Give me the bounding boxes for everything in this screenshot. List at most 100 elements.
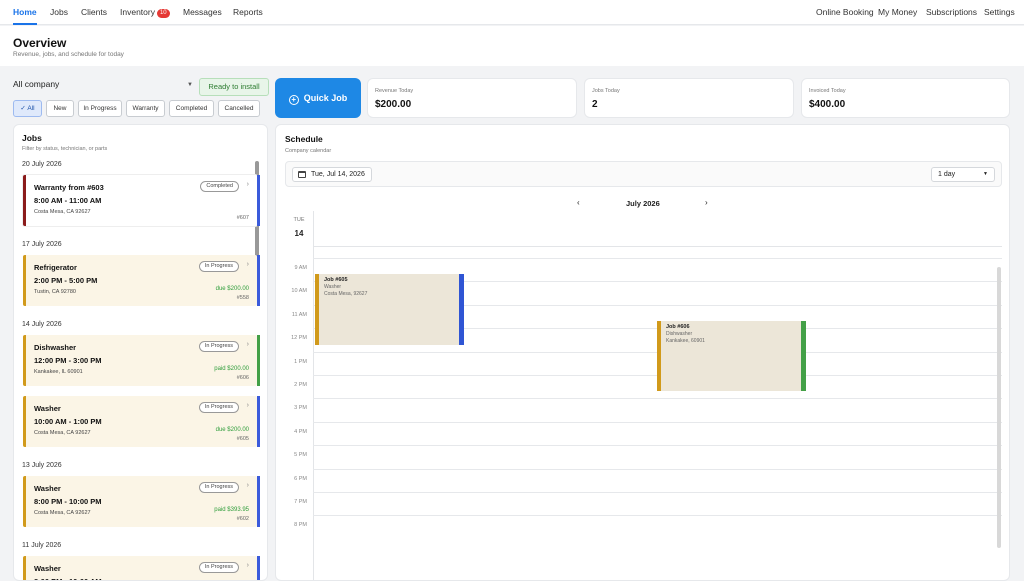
hour-line (313, 258, 1002, 259)
job-card[interactable]: Warranty from #603 8:00 AM - 11:00 AM Cost… (23, 175, 260, 226)
chevron-right-icon[interactable]: › (247, 482, 249, 489)
company-select[interactable]: All company ▼ (13, 79, 193, 95)
chevron-right-icon[interactable]: › (247, 402, 249, 409)
event-color-bar (801, 321, 806, 392)
hour-label: 8 PM (294, 522, 307, 529)
date-heading: 17 July 2026 (22, 241, 62, 248)
prev-month-button[interactable]: ‹ (577, 198, 580, 207)
job-card[interactable]: Washer 8:00 PM - 10:00 AM In Progress › (23, 556, 260, 580)
chevron-right-icon[interactable]: › (247, 181, 249, 188)
date-heading: 20 July 2026 (22, 161, 62, 168)
calendar-event[interactable]: Job #606 Dishwasher Kankakee, 60901 (657, 321, 806, 392)
job-status-bar (257, 556, 260, 580)
event-type: Washer (324, 284, 342, 291)
filter-new[interactable]: New (46, 100, 74, 117)
date-picker-button[interactable]: Tue, Jul 14, 2026 (292, 167, 372, 182)
stat-label: Revenue Today (375, 88, 414, 94)
stat-card: Jobs Today 2 (584, 78, 794, 118)
nav-messages[interactable]: Messages (183, 0, 222, 25)
nav-inventory[interactable]: Inventory 10 (120, 0, 170, 25)
job-title: Washer (34, 484, 61, 493)
filter-all[interactable]: ✓ All (13, 100, 42, 117)
hour-label: 5 PM (294, 452, 307, 459)
job-status-bar (257, 335, 260, 386)
job-card[interactable]: Washer 8:00 PM - 10:00 PM Costa Mesa, CA 9… (23, 476, 260, 527)
nav-label: Messages (183, 7, 222, 17)
job-address: Tustin, CA 92780 (34, 289, 76, 295)
nav-jobs[interactable]: Jobs (50, 0, 68, 25)
event-title: Job #606 (666, 324, 690, 331)
jobs-panel: Jobs Filter by status, technician, or pa… (13, 124, 268, 581)
filter-label: New (53, 105, 67, 112)
ready-to-install-button[interactable]: Ready to install (199, 78, 269, 96)
stat-value: $200.00 (375, 99, 412, 110)
stat-value: $400.00 (809, 99, 846, 110)
filter-warranty[interactable]: Warranty (126, 100, 165, 117)
job-time: 10:00 AM - 1:00 PM (34, 417, 102, 426)
nav-settings[interactable]: Settings (984, 0, 1015, 25)
job-payment: paid $393.95 (214, 507, 249, 513)
filter-label: Completed (175, 105, 208, 112)
job-title: Dishwasher (34, 343, 77, 352)
month-label: July 2026 (626, 199, 660, 208)
filter-completed[interactable]: Completed (169, 100, 214, 117)
hour-label: 7 PM (294, 499, 307, 505)
nav-label: Clients (81, 7, 107, 17)
schedule-subtitle: Company calendar (285, 148, 332, 154)
calendar-icon (298, 171, 306, 178)
quick-job-button[interactable]: + Quick Job (275, 78, 361, 118)
filter-label: Cancelled (224, 105, 254, 112)
next-month-button[interactable]: › (705, 198, 708, 207)
nav-clients[interactable]: Clients (81, 0, 107, 25)
hour-line (313, 468, 1002, 470)
nav-reports[interactable]: Reports (233, 0, 263, 25)
stat-card: Revenue Today $200.00 (367, 78, 577, 118)
job-time: 2:00 PM - 5:00 PM (34, 276, 98, 285)
job-number: #602 (236, 516, 249, 522)
event-location: Kankakee, 60901 (666, 338, 705, 345)
hour-line (313, 421, 1002, 423)
job-status-pill: In Progress (198, 482, 239, 493)
calendar-grid: TUE 14 9 AM 10 AM 11 AM 12 PM 1 PM 2 PM 3 PM 4 … (285, 211, 1002, 580)
job-status-pill: In Progress (198, 341, 239, 352)
schedule-title: Schedule (285, 134, 323, 144)
page-subtitle: Revenue, jobs, and schedule for today (13, 51, 124, 58)
chevron-right-icon[interactable]: › (247, 562, 249, 569)
jobs-subtitle: Filter by status, technician, or parts (22, 146, 108, 152)
filter-in-progress[interactable]: In Progress (78, 100, 122, 117)
notification-badge: 10 (156, 9, 170, 18)
nav-subscriptions[interactable]: Subscriptions (926, 0, 977, 25)
filter-cancelled[interactable]: Cancelled (218, 100, 260, 117)
chevron-down-icon: ▼ (187, 82, 193, 88)
job-time: 8:00 PM - 10:00 PM (34, 497, 102, 506)
nav-online-booking[interactable]: Online Booking (816, 0, 874, 25)
chevron-right-icon[interactable]: › (247, 261, 249, 268)
hour-line (313, 445, 1002, 447)
view-select[interactable]: 1 day ▼ (931, 167, 995, 182)
hour-label: 9 AM (294, 265, 307, 271)
job-address: Costa Mesa, CA 92627 (34, 430, 91, 436)
job-status-pill: In Progress (198, 562, 239, 573)
stat-label: Jobs Today (592, 88, 620, 94)
hour-label: 1 PM (294, 358, 307, 365)
nav-my-money[interactable]: My Money (878, 0, 917, 25)
nav-label: Jobs (50, 7, 68, 17)
schedule-scrollbar[interactable] (997, 267, 1001, 548)
quick-job-label: Quick Job (303, 93, 348, 103)
job-card[interactable]: Dishwasher 12:00 PM - 3:00 PM Kankakee, IL… (23, 335, 260, 386)
jobs-title: Jobs (22, 133, 42, 143)
job-card[interactable]: Refrigerator 2:00 PM - 5:00 PM Tustin, CA … (23, 255, 260, 306)
day-number: 14 (294, 229, 304, 238)
job-card[interactable]: Washer 10:00 AM - 1:00 PM Costa Mesa, CA 9… (23, 396, 260, 447)
header-band (0, 26, 1024, 66)
job-address: Costa Mesa, CA 92627 (34, 209, 91, 215)
event-title: Job #605 (324, 277, 348, 284)
nav-home[interactable]: Home (13, 0, 37, 25)
job-status-pill: Completed (200, 181, 239, 192)
filter-label: In Progress (83, 105, 117, 112)
calendar-event[interactable]: Job #605 Washer Costa Mesa, 92627 (315, 274, 464, 345)
hour-line (313, 515, 1002, 517)
event-location: Costa Mesa, 92627 (324, 291, 368, 298)
chevron-right-icon[interactable]: › (247, 341, 249, 348)
hour-label: 3 PM (294, 405, 307, 412)
